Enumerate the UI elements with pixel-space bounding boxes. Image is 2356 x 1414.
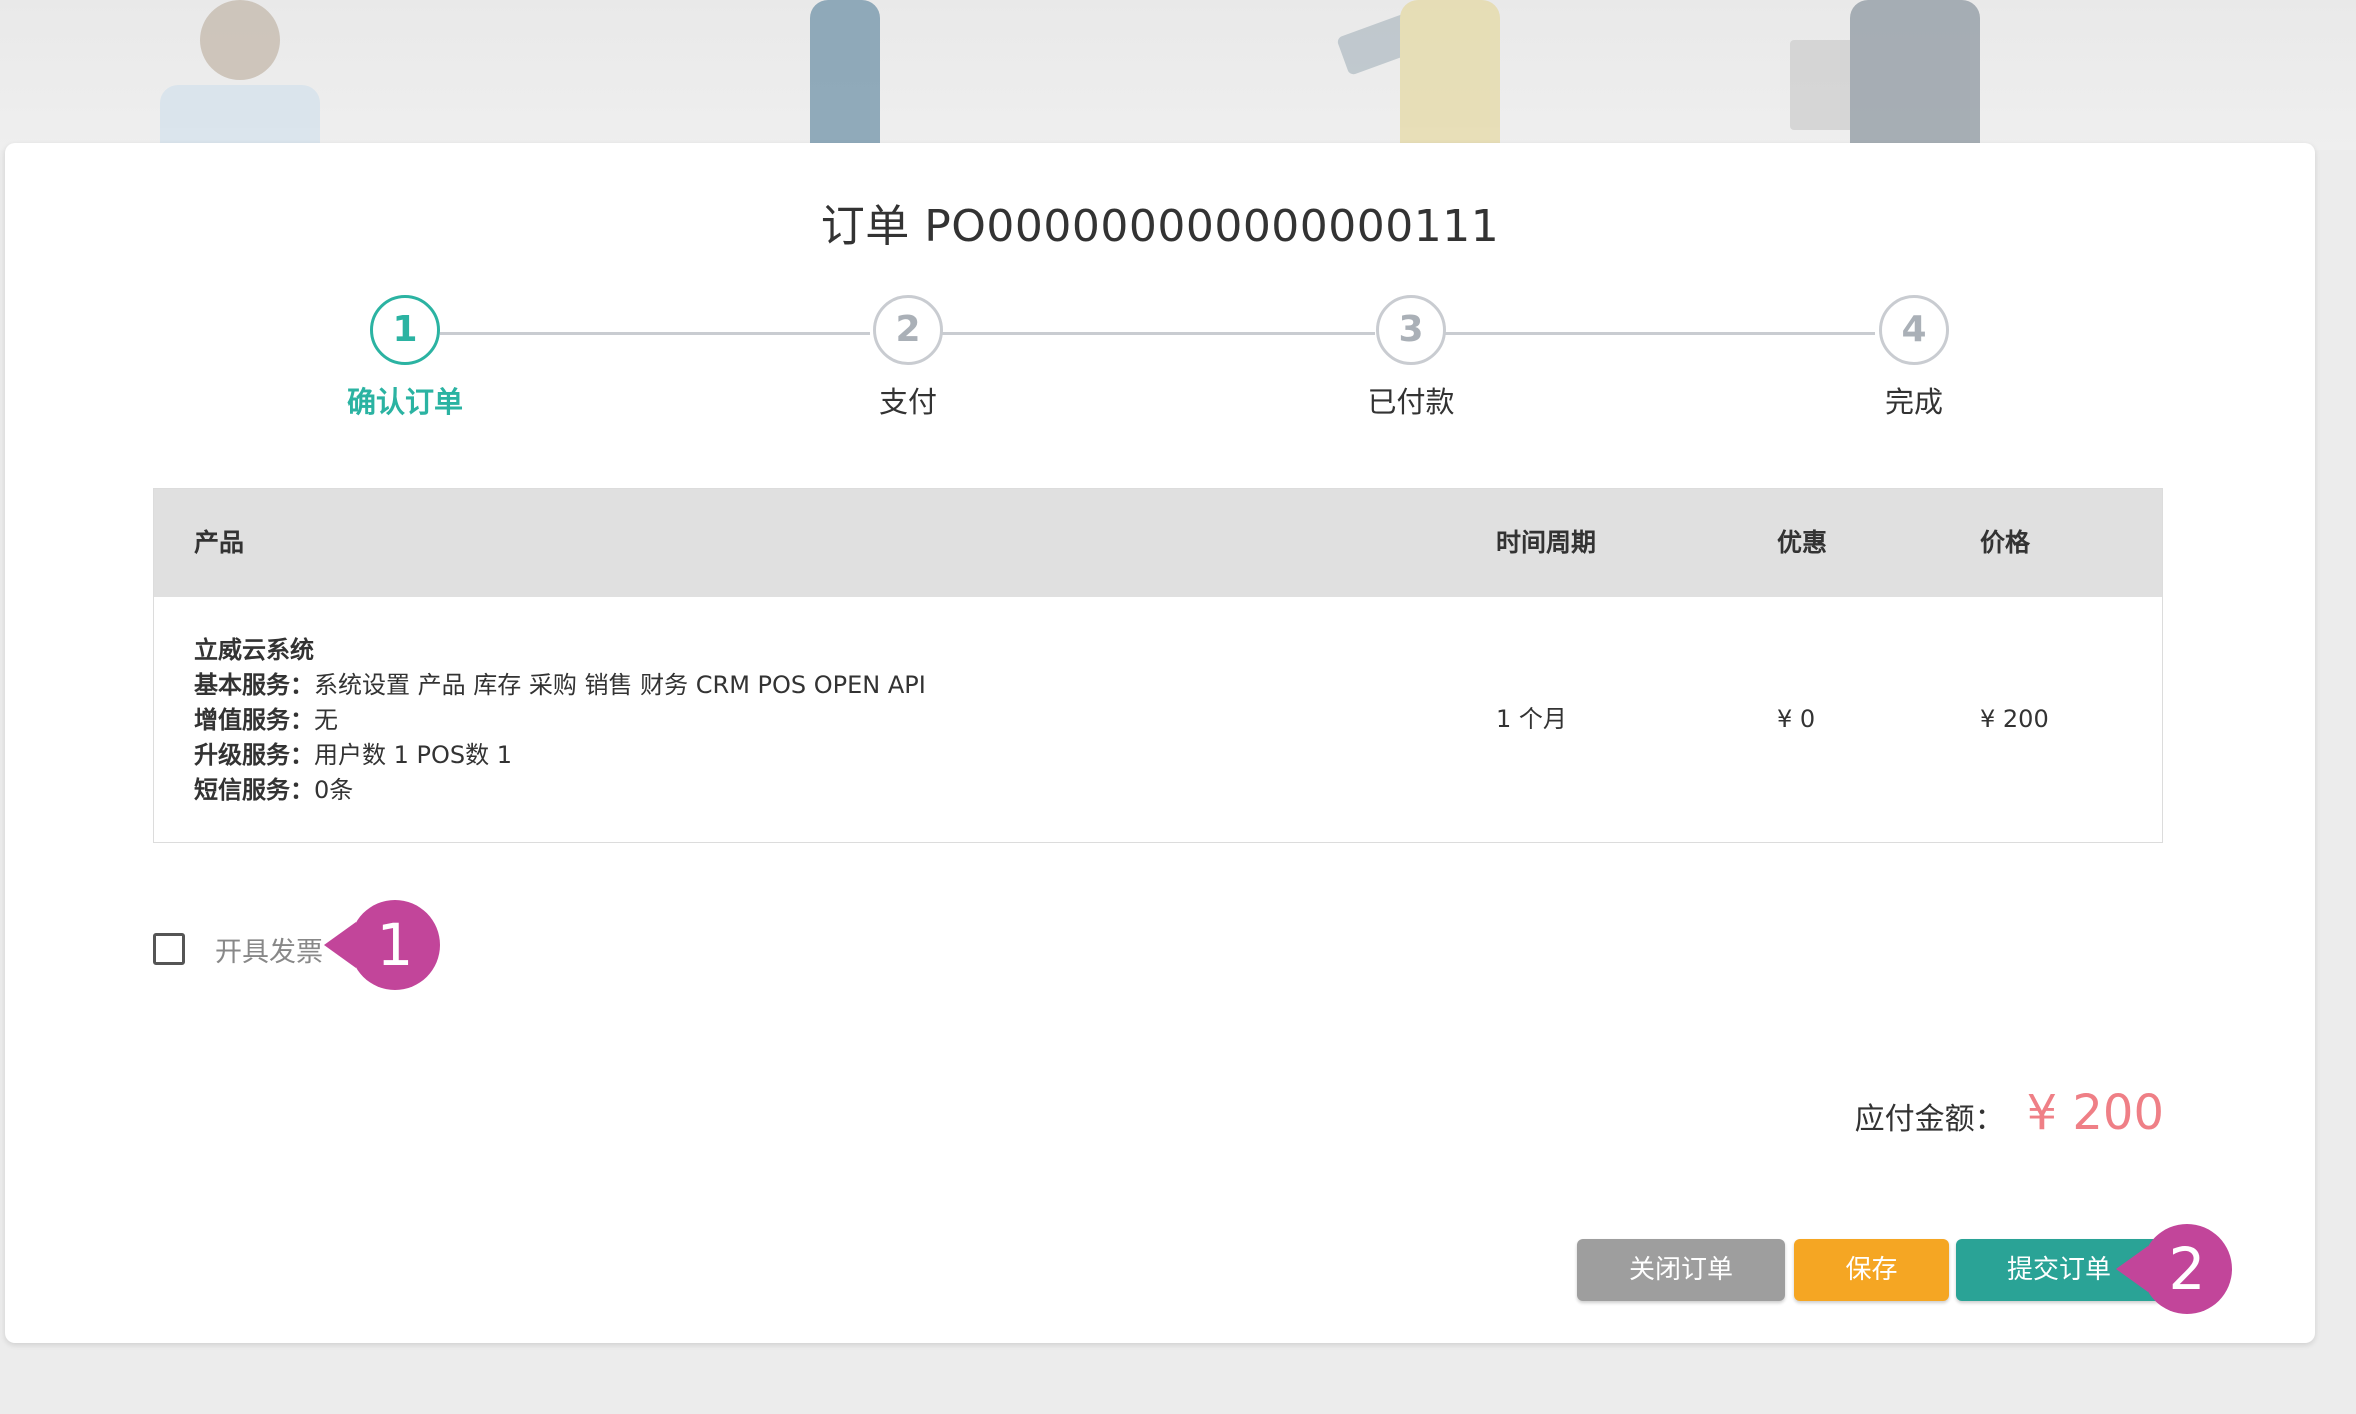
order-table: 产品 时间周期 优惠 价格 立威云系统 基本服务：系统设置 产品 库存 采购 销… — [153, 488, 2163, 843]
invoice-label[interactable]: 开具发票 — [215, 930, 323, 969]
sms-service-key: 短信服务： — [194, 776, 314, 804]
price-cell: ¥ 200 — [1980, 705, 2049, 733]
step-number: 1 — [370, 295, 440, 365]
product-details: 立威云系统 基本服务：系统设置 产品 库存 采购 销售 财务 CRM POS O… — [194, 633, 926, 808]
sms-service-value: 0条 — [314, 776, 354, 804]
addon-service-line: 增值服务：无 — [194, 703, 926, 738]
step-number: 3 — [1376, 295, 1446, 365]
table-row: 立威云系统 基本服务：系统设置 产品 库存 采购 销售 财务 CRM POS O… — [154, 597, 2162, 842]
invoice-checkbox[interactable] — [153, 933, 185, 965]
step-confirm-order: 1 确认订单 — [305, 295, 505, 421]
person-illustration — [150, 0, 330, 150]
total-amount: 应付金额： ¥ 200 — [1855, 1085, 2164, 1141]
step-number: 4 — [1879, 295, 1949, 365]
upgrade-service-value: 用户数 1 POS数 1 — [314, 741, 513, 769]
close-order-button[interactable]: 关闭订单 — [1577, 1239, 1785, 1301]
upgrade-service-line: 升级服务：用户数 1 POS数 1 — [194, 738, 926, 773]
invoice-option[interactable]: 开具发票 — [153, 929, 323, 969]
basic-service-value: 系统设置 产品 库存 采购 销售 财务 CRM POS OPEN API — [314, 671, 926, 699]
step-complete: 4 完成 — [1814, 295, 2014, 421]
save-button[interactable]: 保存 — [1794, 1239, 1949, 1301]
person-illustration — [790, 0, 910, 150]
step-label: 支付 — [878, 385, 937, 419]
step-pay: 2 支付 — [808, 295, 1008, 421]
total-value: ¥ 200 — [2026, 1085, 2164, 1141]
step-number: 2 — [873, 295, 943, 365]
step-label: 完成 — [1884, 385, 1943, 419]
step-label: 确认订单 — [346, 385, 463, 419]
upgrade-service-key: 升级服务： — [194, 741, 314, 769]
column-header-product: 产品 — [194, 528, 245, 557]
total-label: 应付金额： — [1854, 1102, 2005, 1137]
addon-service-value: 无 — [314, 706, 338, 734]
period-cell: 1 个月 — [1496, 705, 1567, 733]
product-name: 立威云系统 — [194, 636, 314, 664]
step-label: 已付款 — [1367, 385, 1455, 419]
basic-service-key: 基本服务： — [194, 671, 314, 699]
person-illustration — [1790, 0, 2010, 150]
column-header-period: 时间周期 — [1496, 528, 1597, 557]
callout-marker-1: 1 — [324, 900, 440, 990]
discount-cell: ¥ 0 — [1777, 705, 1816, 733]
sms-service-line: 短信服务：0条 — [194, 773, 926, 808]
column-header-discount: 优惠 — [1777, 528, 1828, 557]
page-title: 订单 PO000000000000000111 — [820, 201, 1500, 252]
basic-service-line: 基本服务：系统设置 产品 库存 采购 销售 财务 CRM POS OPEN AP… — [194, 668, 926, 703]
column-header-price: 价格 — [1980, 528, 2031, 557]
header-background-illustration — [0, 0, 2356, 150]
callout-marker-2: 2 — [2116, 1224, 2232, 1314]
step-paid: 3 已付款 — [1311, 295, 1511, 421]
addon-service-key: 增值服务： — [194, 706, 314, 734]
table-header: 产品 时间周期 优惠 价格 — [154, 489, 2162, 597]
person-illustration — [1336, 0, 1520, 150]
